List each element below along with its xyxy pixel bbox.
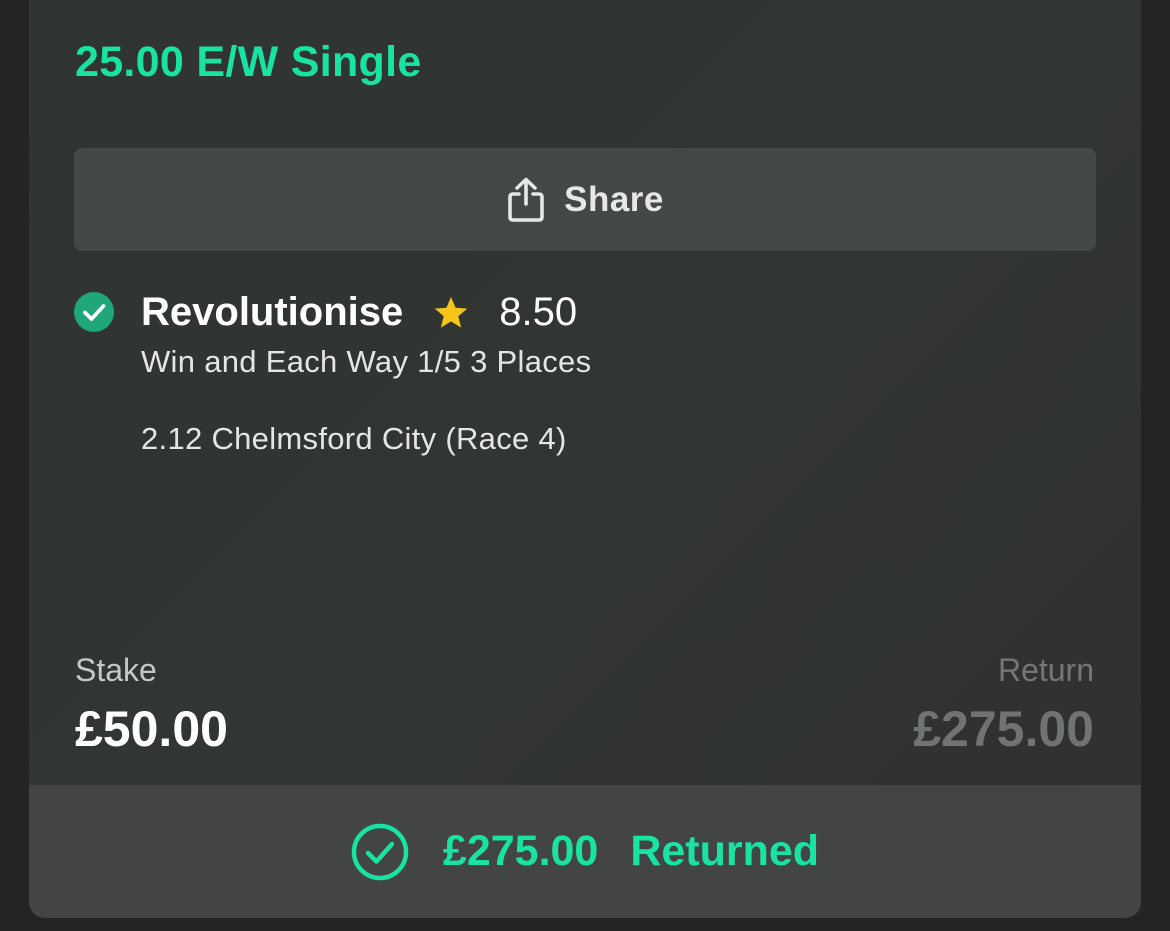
market-description: Win and Each Way 1/5 3 Places <box>141 344 592 379</box>
returned-label: Returned <box>630 827 820 875</box>
returned-amount: £275.00 <box>442 827 599 875</box>
runner-name: Revolutionise <box>141 290 404 334</box>
return-value: £275.00 <box>913 701 1094 757</box>
share-button[interactable]: Share <box>74 148 1096 251</box>
runner-line: Revolutionise 8.50 <box>141 290 577 335</box>
bet-title: 25.00 E/W Single <box>75 38 422 86</box>
odds: 8.50 <box>499 290 578 334</box>
event-name: 2.12 Chelmsford City (Race 4) <box>141 421 567 456</box>
stake-value: £50.00 <box>75 701 228 757</box>
bet-card: 25.00 E/W Single Share Revolutionise 8.5… <box>29 0 1141 918</box>
stake-label: Stake <box>75 652 157 688</box>
star-icon <box>435 296 468 328</box>
return-label: Return <box>997 652 1094 688</box>
share-label: Share <box>564 179 664 219</box>
share-icon <box>508 177 544 222</box>
check-circle-icon <box>74 292 114 332</box>
returned-status-bar: £275.00 Returned <box>29 785 1141 918</box>
check-circle-outline-icon <box>351 823 409 880</box>
